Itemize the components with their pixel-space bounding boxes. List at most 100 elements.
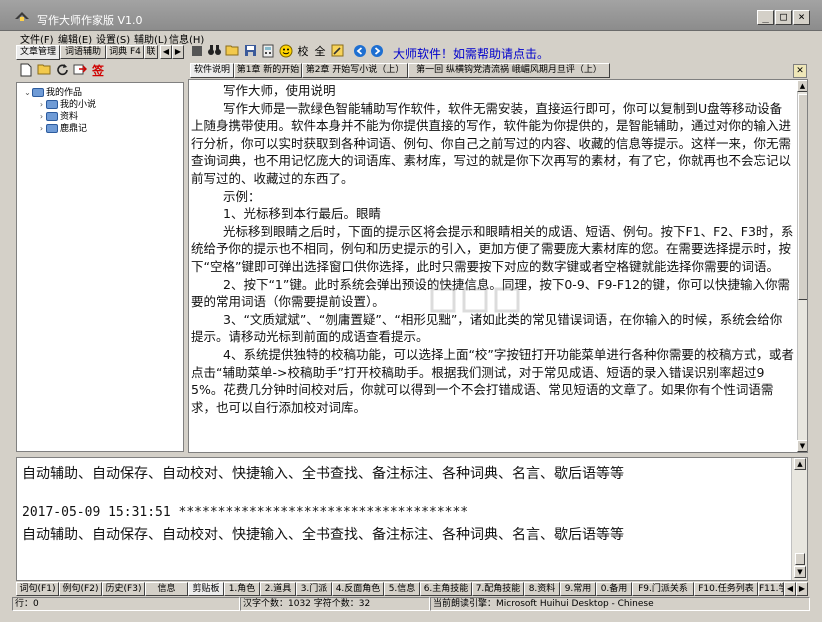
tree-node-root[interactable]: ⌄ 我的作品 — [23, 87, 82, 99]
export-icon[interactable] — [72, 63, 88, 79]
tab-info[interactable]: 信息 — [145, 582, 188, 596]
pencil-icon[interactable] — [329, 44, 345, 60]
tab-sects[interactable]: 3.门派 — [296, 582, 332, 596]
tab-f11[interactable]: F11.学 — [758, 582, 784, 596]
tab-sect-relations[interactable]: F9.门派关系 — [632, 582, 694, 596]
save-icon[interactable] — [242, 44, 258, 60]
tab-materials[interactable]: 8.资料 — [524, 582, 560, 596]
proofread-icon[interactable]: 校 — [295, 44, 311, 60]
calculator-icon[interactable] — [260, 44, 276, 60]
sign-icon[interactable]: 签 — [90, 63, 106, 79]
smiley-icon[interactable] — [278, 44, 294, 60]
tree-node-ludingji[interactable]: › 鹿鼎记 — [37, 123, 87, 135]
status-char-count: 汉字个数：1032 字符个数：32 — [240, 597, 430, 611]
full-icon[interactable]: 全 — [312, 44, 328, 60]
tree-node-my-novel[interactable]: › 我的小说 — [37, 99, 96, 111]
close-document-button[interactable]: ✕ — [793, 64, 807, 78]
editor-paragraph: 示例： — [223, 188, 261, 204]
scroll-thumb[interactable] — [798, 94, 807, 300]
tree-node-materials[interactable]: › 资料 — [37, 111, 78, 123]
open-folder-icon[interactable] — [36, 63, 52, 79]
hint-scrollbar[interactable]: ▲ ▼ — [791, 458, 807, 580]
menu-bar: 文件(F) 编辑(E) 设置(S) 辅助(L) 信息(H) — [0, 30, 822, 46]
menu-edit[interactable]: 编辑(E) — [58, 31, 92, 46]
editor-paragraph: 1、光标移到本行最后。眼睛 — [223, 206, 381, 222]
refresh-icon[interactable] — [54, 63, 70, 79]
editor-scrollbar[interactable]: ▲ ▼ — [797, 80, 807, 452]
tree-label: 资料 — [60, 112, 79, 122]
help-link[interactable]: 大师软件！如需帮助请点击。 — [393, 45, 549, 62]
editor[interactable]: 写作大师，使用说明 写作大师是一款绿色智能辅助写作软件，软件无需安装，直接运行即… — [188, 79, 808, 453]
tab-spare[interactable]: 0.备用 — [596, 582, 632, 596]
editor-paragraph: 写作大师，使用说明 — [223, 83, 336, 98]
collapse-icon[interactable]: ⌄ — [23, 88, 32, 97]
tab-villains[interactable]: 4.反面角色 — [332, 582, 384, 596]
scroll-up-button[interactable]: ▲ — [794, 458, 806, 470]
expand-icon[interactable]: › — [37, 100, 46, 109]
hint-panel[interactable]: 自动辅助、自动保存、自动校对、快捷输入、全书查找、备注标注、各种词典、名言、歇后… — [16, 457, 808, 581]
tree-label: 我的作品 — [46, 88, 83, 98]
tab-scroll-right-button[interactable]: ▶ — [172, 45, 184, 59]
tab-chapter-2[interactable]: 第2章 开始写小说（上） — [302, 63, 408, 78]
menu-assist[interactable]: 辅助(L) — [134, 31, 167, 46]
new-file-icon[interactable] — [18, 63, 34, 79]
tree-label: 我的小说 — [60, 100, 97, 110]
tab-chapter-huiyi[interactable]: 第一回 纵横钩党清流祸 峨嵋风期月旦评（上） — [408, 63, 610, 78]
forward-icon[interactable] — [369, 44, 385, 60]
tab-common[interactable]: 9.常用 — [560, 582, 596, 596]
tab-scroll-left-button[interactable]: ◀ — [784, 582, 796, 596]
status-voice-engine: 当前朗读引擎：Microsoft Huihui Desktop - Chines… — [430, 597, 810, 611]
binoculars-icon[interactable] — [206, 44, 222, 60]
tab-clipboard[interactable]: 剪贴板 — [188, 582, 224, 596]
expand-icon[interactable]: › — [37, 124, 46, 133]
scroll-up-button[interactable]: ▲ — [797, 80, 807, 92]
book-icon — [46, 100, 58, 109]
window-title: 写作大师作家版 V1.0 — [37, 14, 143, 27]
app-icon — [15, 12, 29, 21]
open-folder-icon[interactable] — [224, 44, 240, 60]
tab-examples[interactable]: 例句(F2) — [59, 582, 102, 596]
status-bar: 行：0 汉字个数：1032 字符个数：32 当前朗读引擎：Microsoft H… — [12, 597, 822, 611]
tab-scroll-right-button[interactable]: ▶ — [796, 582, 808, 596]
tab-hero-skills[interactable]: 6.主角技能 — [420, 582, 472, 596]
main-toolbar: 校 全 大师软件！如需帮助请点击。 — [188, 44, 822, 62]
tab-history[interactable]: 历史(F3) — [102, 582, 145, 596]
tab-more[interactable]: 联 — [144, 45, 158, 59]
hint-line: 自动辅助、自动保存、自动校对、快捷输入、全书查找、备注标注、各种词典、名言、歇后… — [22, 466, 624, 482]
tab-support-skills[interactable]: 7.配角技能 — [472, 582, 524, 596]
tab-info-5[interactable]: 5.信息 — [384, 582, 420, 596]
tab-software-manual[interactable]: 软件说明 — [190, 63, 234, 78]
left-toolbar: 签 — [16, 61, 186, 81]
stop-icon[interactable] — [192, 46, 202, 56]
scroll-thumb[interactable] — [795, 553, 805, 565]
maximize-button[interactable]: □ — [775, 10, 792, 25]
editor-paragraph: 光标移到眼睛之后时，下面的提示区将会提示和眼睛相关的成语、短语、例句。按下F1、… — [191, 223, 794, 274]
expand-icon[interactable]: › — [37, 112, 46, 121]
editor-paragraph: 4、系统提供独特的校稿功能，可以选择上面“校”字按钮打开功能菜单进行各种你需要的… — [191, 346, 794, 415]
tab-task-list[interactable]: F10.任务列表 — [694, 582, 758, 596]
left-panel-tabs: 文章管理 词语辅助 词典 F4 联 ◀ ▶ — [16, 45, 186, 60]
book-icon — [32, 88, 44, 97]
title-bar: 写作大师作家版 V1.0 _ □ × — [0, 0, 822, 31]
close-button[interactable]: × — [793, 10, 810, 25]
tab-chapter-1[interactable]: 第1章 新的开始 — [234, 63, 302, 78]
editor-paragraph: 写作大师是一款绿色智能辅助写作软件，软件无需安装，直接运行即可，你可以复制到U盘… — [191, 100, 792, 186]
book-icon — [46, 112, 58, 121]
tab-props[interactable]: 2.道具 — [260, 582, 296, 596]
history-timestamp: 2017-05-09 15:31:51 ********************… — [22, 505, 469, 520]
tab-scroll-left-button[interactable]: ◀ — [160, 45, 172, 59]
tree-label: 鹿鼎记 — [60, 124, 88, 134]
tab-article-manager[interactable]: 文章管理 — [16, 45, 60, 60]
tab-dictionary[interactable]: 词典 F4 — [106, 45, 144, 59]
tab-roles[interactable]: 1.角色 — [224, 582, 260, 596]
scroll-down-button[interactable]: ▼ — [794, 566, 806, 578]
tab-words[interactable]: 词句(F1) — [16, 582, 59, 596]
editor-content[interactable]: 写作大师，使用说明 写作大师是一款绿色智能辅助写作软件，软件无需安装，直接运行即… — [189, 80, 797, 416]
minimize-button[interactable]: _ — [757, 10, 774, 25]
scroll-down-button[interactable]: ▼ — [797, 440, 807, 452]
menu-settings[interactable]: 设置(S) — [96, 31, 130, 46]
watermark — [430, 285, 540, 322]
back-icon[interactable] — [352, 44, 368, 60]
menu-file[interactable]: 文件(F) — [20, 31, 54, 46]
tab-word-assist[interactable]: 词语辅助 — [60, 45, 106, 59]
